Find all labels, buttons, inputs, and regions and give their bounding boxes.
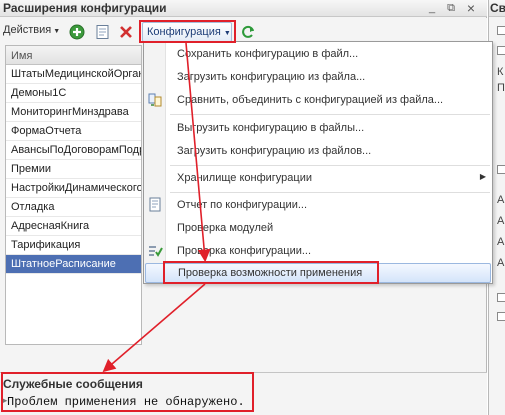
menu-item-label: Сравнить, объединить с конфигурацией из … bbox=[177, 94, 444, 106]
panel-label: А bbox=[497, 236, 505, 248]
panel-label: П bbox=[497, 82, 505, 94]
panel-checkbox[interactable] bbox=[497, 165, 505, 174]
menu-item-label: Проверка модулей bbox=[177, 222, 274, 234]
refresh-icon[interactable] bbox=[240, 24, 256, 40]
menu-separator bbox=[170, 192, 490, 193]
menu-item-import-files[interactable]: Загрузить конфигурацию из файлов... bbox=[144, 141, 492, 161]
panel-label: К bbox=[497, 66, 504, 78]
annotation-box-menu-item bbox=[163, 261, 379, 284]
panel-label: А bbox=[497, 215, 505, 227]
properties-panel-title: Св bbox=[489, 0, 505, 17]
actions-menu-button[interactable]: Действия ▼ bbox=[3, 24, 60, 36]
compare-icon bbox=[148, 92, 163, 107]
menu-item-export-files[interactable]: Выгрузить конфигурацию в файлы... bbox=[144, 118, 492, 138]
panel-checkbox[interactable] bbox=[497, 26, 505, 35]
column-header-name[interactable]: Имя bbox=[6, 46, 141, 65]
table-row[interactable]: НастройкиДинамическогоСписка bbox=[6, 179, 141, 198]
panel-checkbox[interactable] bbox=[497, 293, 505, 302]
submenu-arrow-icon: ▶ bbox=[479, 172, 486, 181]
window-title: Расширения конфигурации bbox=[3, 1, 167, 15]
menu-item-check-modules[interactable]: Проверка модулей bbox=[144, 218, 492, 238]
table-row-selected[interactable]: ШтатноеРасписание bbox=[6, 255, 141, 274]
menu-item-label: Сохранить конфигурацию в файл... bbox=[177, 48, 359, 60]
table-row[interactable]: Тарификация bbox=[6, 236, 141, 255]
annotation-box-config-button bbox=[139, 20, 236, 43]
table-row[interactable]: Отладка bbox=[6, 198, 141, 217]
restore-icon[interactable]: ⧉ bbox=[444, 1, 458, 15]
menu-item-label: Выгрузить конфигурацию в файлы... bbox=[177, 122, 365, 134]
menu-item-label: Проверка конфигурации... bbox=[177, 245, 312, 257]
table-row[interactable]: Демоны1С bbox=[6, 84, 141, 103]
panel-label: А bbox=[497, 194, 505, 206]
configuration-dropdown-menu: Сохранить конфигурацию в файл... Загрузи… bbox=[143, 41, 493, 284]
actions-label: Действия bbox=[3, 24, 52, 36]
window-titlebar: Расширения конфигурации _ ⧉ × bbox=[0, 0, 487, 17]
menu-item-load-config[interactable]: Загрузить конфигурацию из файла... bbox=[144, 67, 492, 87]
extensions-table: Имя ШтатыМедицинскойОрганизации Демоны1С… bbox=[5, 45, 142, 345]
table-row[interactable]: Премии bbox=[6, 160, 141, 179]
menu-separator bbox=[170, 114, 490, 115]
menu-item-check-config[interactable]: Проверка конфигурации... bbox=[144, 241, 492, 261]
table-row[interactable]: АдреснаяКнига bbox=[6, 217, 141, 236]
menu-separator bbox=[170, 165, 490, 166]
table-row[interactable]: МониторингМинздрава bbox=[6, 103, 141, 122]
table-row[interactable]: ШтатыМедицинскойОрганизации bbox=[6, 65, 141, 84]
menu-item-repository[interactable]: Хранилище конфигурации ▶ bbox=[144, 168, 492, 188]
panel-label: А bbox=[497, 257, 505, 269]
add-icon[interactable] bbox=[69, 24, 85, 40]
menu-item-label: Загрузить конфигурацию из файлов... bbox=[177, 145, 372, 157]
menu-item-label: Загрузить конфигурацию из файла... bbox=[177, 71, 366, 83]
panel-checkbox[interactable] bbox=[497, 46, 505, 55]
edit-icon[interactable] bbox=[95, 24, 111, 40]
menu-item-compare-merge[interactable]: Сравнить, объединить с конфигурацией из … bbox=[144, 90, 492, 110]
table-row[interactable]: АвансыПоДоговорамПодряда bbox=[6, 141, 141, 160]
check-list-icon bbox=[148, 243, 163, 258]
delete-icon[interactable] bbox=[118, 24, 134, 40]
close-window-icon[interactable]: × bbox=[464, 1, 478, 15]
menu-item-config-report[interactable]: Отчет по конфигурации... bbox=[144, 195, 492, 215]
minimize-icon[interactable]: _ bbox=[425, 1, 439, 15]
panel-checkbox[interactable] bbox=[497, 312, 505, 321]
menu-item-label: Отчет по конфигурации... bbox=[177, 199, 308, 211]
menu-item-label: Хранилище конфигурации bbox=[177, 172, 312, 184]
report-icon bbox=[148, 197, 163, 212]
annotation-box-messages bbox=[1, 372, 254, 412]
menu-item-save-config[interactable]: Сохранить конфигурацию в файл... bbox=[144, 44, 492, 64]
table-row[interactable]: ФормаОтчета bbox=[6, 122, 141, 141]
chevron-down-icon: ▼ bbox=[53, 28, 61, 35]
